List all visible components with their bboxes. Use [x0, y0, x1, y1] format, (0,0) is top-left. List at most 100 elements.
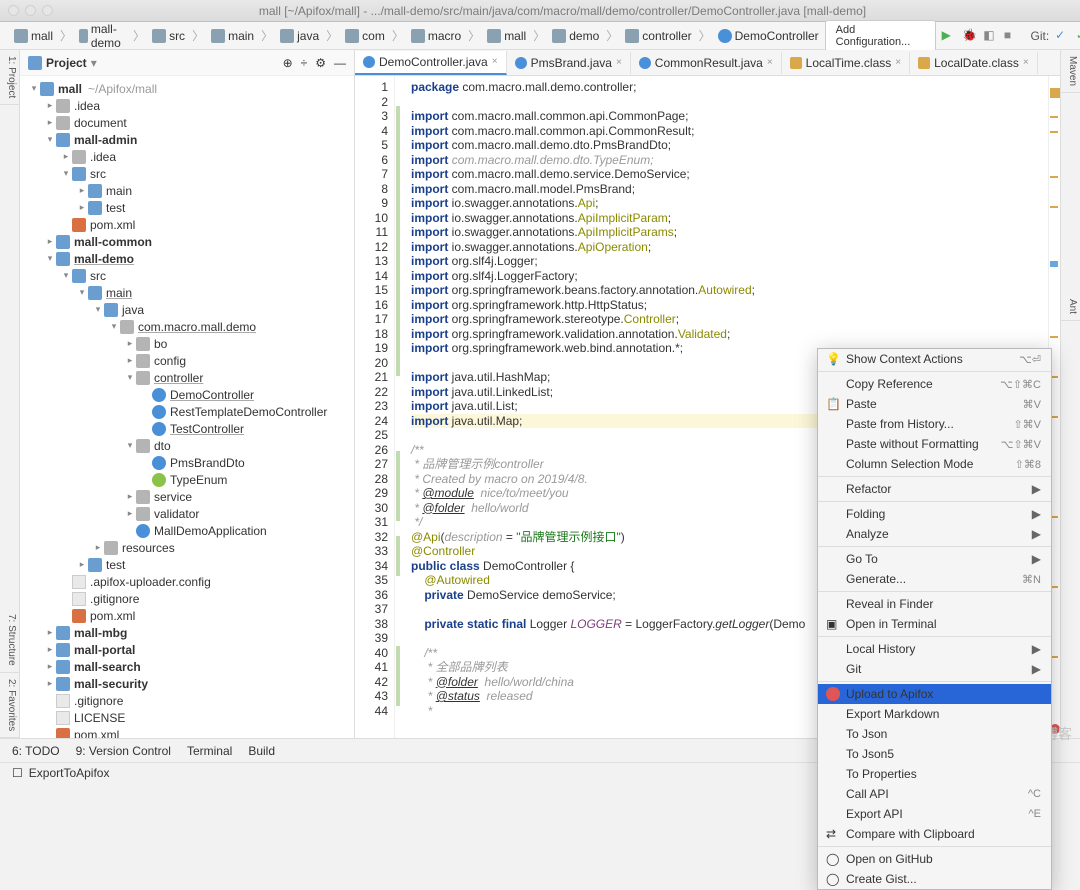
tree-item[interactable]: .apifox-uploader.config	[20, 573, 354, 590]
ant-tool-tab[interactable]: Ant	[1061, 293, 1080, 321]
build-tab[interactable]: Build	[248, 744, 275, 758]
menu-item[interactable]: Reveal in Finder	[818, 594, 1051, 614]
breadcrumb-item[interactable]: src	[146, 27, 191, 45]
menu-item[interactable]: ◯Open on GitHub	[818, 849, 1051, 869]
editor-tab[interactable]: CommonResult.java×	[631, 52, 782, 74]
tree-item[interactable]: ▾src	[20, 267, 354, 284]
debug-icon[interactable]: 🐞	[962, 28, 977, 44]
coverage-icon[interactable]: ◧	[983, 28, 998, 44]
tree-item[interactable]: ▸mall-security	[20, 675, 354, 692]
terminal-tab[interactable]: Terminal	[187, 744, 232, 758]
breadcrumb-item[interactable]: java	[274, 27, 325, 45]
target-icon[interactable]: ⊕	[283, 56, 293, 70]
tree-root[interactable]: mall	[58, 82, 82, 96]
tree-item[interactable]: PmsBrandDto	[20, 454, 354, 471]
editor-tab[interactable]: DemoController.java×	[355, 51, 507, 75]
tree-item[interactable]: ▸document	[20, 114, 354, 131]
tree-item[interactable]: ▸validator	[20, 505, 354, 522]
breadcrumb-item[interactable]: com	[339, 27, 391, 45]
breadcrumb-item[interactable]: controller	[619, 27, 697, 45]
menu-item[interactable]: To Json	[818, 724, 1051, 744]
tree-item[interactable]: ▾java	[20, 301, 354, 318]
maven-tool-tab[interactable]: Maven	[1061, 50, 1080, 93]
tree-item[interactable]: ▸.idea	[20, 148, 354, 165]
tree-item[interactable]: MallDemoApplication	[20, 522, 354, 539]
tree-item[interactable]: ▾mall-demo	[20, 250, 354, 267]
tree-item[interactable]: ▸mall-search	[20, 658, 354, 675]
menu-item[interactable]: Folding▶	[818, 504, 1051, 524]
git-commit-icon[interactable]: ✓	[1076, 28, 1080, 44]
breadcrumb[interactable]: mall〉mall-demo〉src〉main〉java〉com〉macro〉m…	[8, 20, 825, 52]
tree-item[interactable]: ▾controller	[20, 369, 354, 386]
stop-icon[interactable]: ■	[1004, 28, 1019, 44]
tree-item[interactable]: ▸test	[20, 556, 354, 573]
tree-item[interactable]: DemoController	[20, 386, 354, 403]
tree-item[interactable]: ▸mall-mbg	[20, 624, 354, 641]
breadcrumb-item[interactable]: mall	[481, 27, 532, 45]
project-tree[interactable]: ▾ mall ~/Apifox/mall ▸.idea▸document▾mal…	[20, 76, 354, 738]
tree-item[interactable]: ▾dto	[20, 437, 354, 454]
tree-item[interactable]: pom.xml	[20, 216, 354, 233]
collapse-icon[interactable]: ÷	[301, 56, 308, 70]
favorites-tool-tab[interactable]: 2: Favorites	[0, 673, 19, 738]
menu-item[interactable]: Call API^C	[818, 784, 1051, 804]
menu-item[interactable]: ▣Open in Terminal	[818, 614, 1051, 634]
tree-item[interactable]: RestTemplateDemoController	[20, 403, 354, 420]
breadcrumb-item[interactable]: mall	[8, 27, 59, 45]
menu-item[interactable]: 📋Paste⌘V	[818, 394, 1051, 414]
menu-item[interactable]: Copy Reference⌥⇧⌘C	[818, 374, 1051, 394]
menu-item[interactable]: Export Markdown	[818, 704, 1051, 724]
breadcrumb-item[interactable]: mall-demo	[73, 20, 132, 52]
tree-item[interactable]: ▾mall-admin	[20, 131, 354, 148]
tree-item[interactable]: ▾main	[20, 284, 354, 301]
menu-item[interactable]: ⇄Compare with Clipboard	[818, 824, 1051, 844]
structure-tool-tab[interactable]: 7: Structure	[0, 608, 19, 673]
breadcrumb-item[interactable]: macro	[405, 27, 467, 45]
editor-tab[interactable]: PmsBrand.java×	[507, 52, 631, 74]
tree-item[interactable]: .gitignore	[20, 590, 354, 607]
gear-icon[interactable]: ⚙	[315, 56, 326, 70]
menu-item[interactable]: To Json5	[818, 744, 1051, 764]
todo-tab[interactable]: 6: TODO	[12, 744, 60, 758]
tree-item[interactable]: ▸resources	[20, 539, 354, 556]
tree-item[interactable]: .gitignore	[20, 692, 354, 709]
context-menu[interactable]: 💡Show Context Actions⌥⏎ Copy Reference⌥⇧⌘…	[817, 348, 1052, 890]
menu-item[interactable]: Paste without Formatting⌥⇧⌘V	[818, 434, 1051, 454]
breadcrumb-item[interactable]: DemoController	[712, 27, 825, 45]
tree-item[interactable]: TypeEnum	[20, 471, 354, 488]
tree-item[interactable]: LICENSE	[20, 709, 354, 726]
hide-icon[interactable]: —	[334, 56, 346, 70]
tree-item[interactable]: TestController	[20, 420, 354, 437]
tree-item[interactable]: ▸.idea	[20, 97, 354, 114]
tree-item[interactable]: ▸test	[20, 199, 354, 216]
menu-item[interactable]: Refactor▶	[818, 479, 1051, 499]
run-icon[interactable]: ▶	[942, 28, 957, 44]
menu-item[interactable]: Export API^E	[818, 804, 1051, 824]
editor-tabs[interactable]: DemoController.java×PmsBrand.java×Common…	[355, 50, 1060, 76]
editor-tab[interactable]: LocalTime.class×	[782, 52, 910, 74]
editor-tab[interactable]: LocalDate.class×	[910, 52, 1038, 74]
menu-item[interactable]: To Properties	[818, 764, 1051, 784]
tree-item[interactable]: ▸bo	[20, 335, 354, 352]
menu-item[interactable]: Paste from History...⇧⌘V	[818, 414, 1051, 434]
tree-item[interactable]: pom.xml	[20, 726, 354, 738]
menu-item[interactable]: 💡Show Context Actions⌥⏎	[818, 349, 1051, 369]
menu-item[interactable]: Generate...⌘N	[818, 569, 1051, 589]
tree-item[interactable]: ▾com.macro.mall.demo	[20, 318, 354, 335]
breadcrumb-item[interactable]: main	[205, 27, 260, 45]
project-tool-tab[interactable]: 1: Project	[0, 50, 19, 105]
git-update-icon[interactable]: ✓	[1055, 28, 1070, 44]
tree-item[interactable]: ▸main	[20, 182, 354, 199]
menu-item[interactable]: Local History▶	[818, 639, 1051, 659]
tree-item[interactable]: ▾src	[20, 165, 354, 182]
add-configuration-button[interactable]: Add Configuration...	[825, 20, 936, 52]
menu-item[interactable]: ◯Create Gist...	[818, 869, 1051, 889]
tree-item[interactable]: pom.xml	[20, 607, 354, 624]
menu-item[interactable]: Go To▶	[818, 549, 1051, 569]
vcs-tab[interactable]: 9: Version Control	[76, 744, 171, 758]
breadcrumb-item[interactable]: demo	[546, 27, 605, 45]
menu-item[interactable]: Git▶	[818, 659, 1051, 679]
tree-item[interactable]: ▸mall-common	[20, 233, 354, 250]
menu-item[interactable]: Analyze▶	[818, 524, 1051, 544]
tree-item[interactable]: ▸mall-portal	[20, 641, 354, 658]
